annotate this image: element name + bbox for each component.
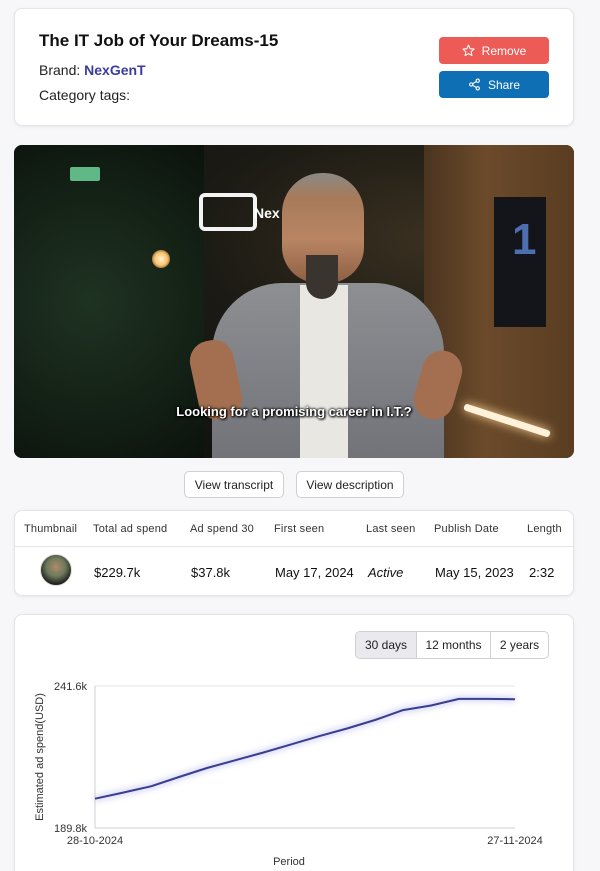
video-player[interactable]: 1 Nex Looking for a promising career in … xyxy=(14,145,574,458)
cell-publish-date: May 15, 2023 xyxy=(435,565,514,580)
header-publish-date: Publish Date xyxy=(434,523,499,535)
brand-row: Brand: NexGenT xyxy=(39,62,146,78)
header-first-seen: First seen xyxy=(274,523,325,535)
header-length: Length xyxy=(527,523,562,535)
cell-ad-spend-30: $37.8k xyxy=(191,565,231,580)
brand-label: Brand: xyxy=(39,62,81,78)
x-axis-label: Period xyxy=(273,856,305,868)
header-thumbnail: Thumbnail xyxy=(24,523,78,535)
cell-total-ad-spend: $229.7k xyxy=(94,565,141,580)
cell-last-seen: Active xyxy=(368,565,404,580)
video-logo-text: Nex xyxy=(254,205,280,221)
table-divider xyxy=(15,546,573,547)
share-label: Share xyxy=(487,77,521,92)
number-panel: 1 xyxy=(494,197,546,327)
view-description-button[interactable]: View description xyxy=(296,471,404,498)
share-button[interactable]: Share xyxy=(439,71,549,98)
header-last-seen: Last seen xyxy=(366,523,416,535)
y-tick-label: 189.8k xyxy=(54,823,88,835)
exit-sign xyxy=(70,167,100,181)
share-icon xyxy=(468,78,481,91)
x-tick-label: 27-11-2024 xyxy=(487,835,542,847)
video-subtitle: Looking for a promising career in I.T.? xyxy=(176,404,412,419)
video-logo xyxy=(199,193,257,231)
page-title: The IT Job of Your Dreams-15 xyxy=(39,31,279,50)
studio-lamp xyxy=(152,250,170,268)
presenter-shirt xyxy=(300,285,348,458)
brand-link[interactable]: NexGenT xyxy=(84,62,145,78)
presenter-beard xyxy=(306,255,338,299)
cell-first-seen: May 17, 2024 xyxy=(275,565,354,580)
view-transcript-button[interactable]: View transcript xyxy=(184,471,284,498)
ad-spend-chart: 241.6k 189.8k28-10-2024 27-11-2024 Estimate… xyxy=(34,681,543,868)
x-tick-label: 28-10-2024 xyxy=(67,835,123,847)
remove-button[interactable]: Remove xyxy=(439,37,549,64)
series-line xyxy=(94,697,516,800)
header-card: The IT Job of Your Dreams-15 Brand: NexG… xyxy=(14,8,574,126)
y-axis-label: Estimated ad spend(USD) xyxy=(34,693,46,821)
star-icon xyxy=(462,44,475,57)
y-tick-label: 241.6k xyxy=(54,681,88,693)
category-tags-label: Category tags: xyxy=(39,87,131,103)
stats-table: Thumbnail Total ad spend Ad spend 30 Fir… xyxy=(14,510,574,596)
header-total-ad-spend: Total ad spend xyxy=(93,523,168,535)
header-ad-spend-30: Ad spend 30 xyxy=(190,523,254,535)
remove-label: Remove xyxy=(481,43,527,58)
thumbnail-avatar[interactable] xyxy=(40,554,72,586)
cell-length: 2:32 xyxy=(529,565,555,580)
chart-card: 30 days 12 months 2 years 241.6k 189.8k 28… xyxy=(14,614,574,871)
